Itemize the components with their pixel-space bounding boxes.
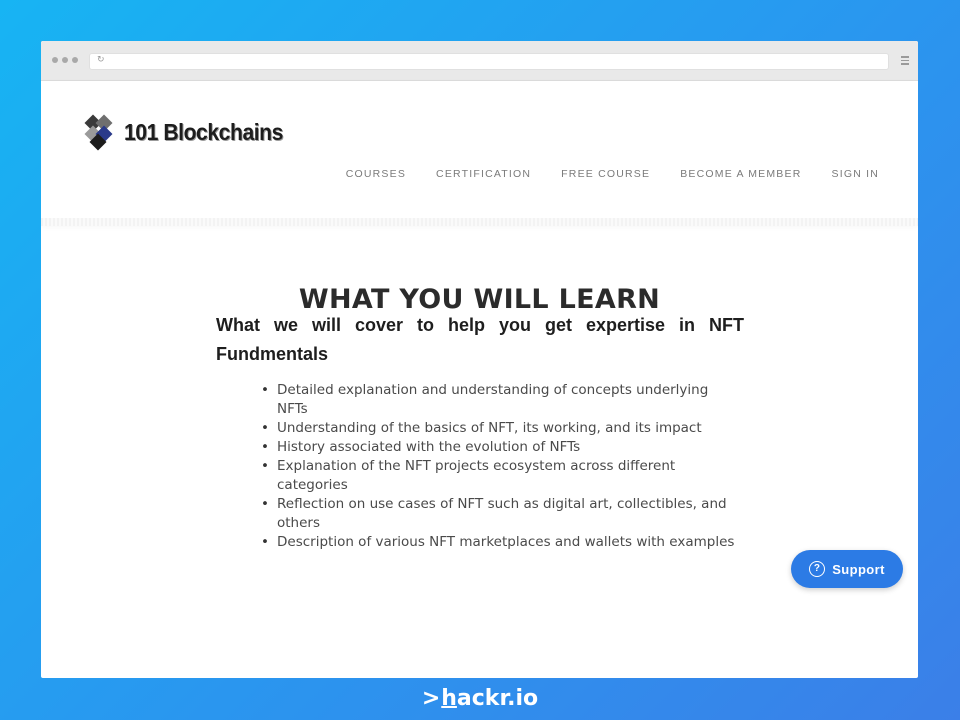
hackr-watermark: >hackr.io bbox=[0, 686, 960, 711]
window-controls[interactable] bbox=[52, 57, 78, 63]
logo-text: 101 Blockchains bbox=[124, 118, 283, 145]
watermark-caret: > bbox=[421, 686, 441, 711]
nav-courses[interactable]: COURSES bbox=[346, 168, 406, 180]
window-dot[interactable] bbox=[52, 57, 58, 63]
header-divider bbox=[41, 218, 918, 226]
list-item: Detailed explanation and understanding o… bbox=[261, 381, 739, 419]
topics-list: Detailed explanation and understanding o… bbox=[261, 381, 739, 552]
browser-window: ↻ 101 Blockchains COURSES CERTIFICATION … bbox=[41, 41, 918, 678]
reload-icon[interactable]: ↻ bbox=[97, 55, 105, 65]
list-item: Understanding of the basics of NFT, its … bbox=[261, 419, 739, 438]
site-logo[interactable]: 101 Blockchains bbox=[84, 114, 297, 151]
list-item: Reflection on use cases of NFT such as d… bbox=[261, 495, 739, 533]
window-dot[interactable] bbox=[62, 57, 68, 63]
list-item: Explanation of the NFT projects ecosyste… bbox=[261, 457, 739, 495]
window-dot[interactable] bbox=[72, 57, 78, 63]
support-button[interactable]: ? Support bbox=[791, 550, 903, 588]
menu-icon[interactable] bbox=[901, 56, 909, 67]
watermark-h: h bbox=[441, 686, 457, 711]
section-heading: What we will cover to help you get exper… bbox=[216, 315, 744, 364]
site-header bbox=[41, 81, 918, 221]
nav-certification[interactable]: CERTIFICATION bbox=[436, 168, 531, 180]
address-bar[interactable]: ↻ bbox=[89, 53, 889, 70]
nav-sign-in[interactable]: SIGN IN bbox=[832, 168, 880, 180]
watermark-rest: ackr.io bbox=[456, 686, 539, 711]
main-nav: COURSES CERTIFICATION FREE COURSE BECOME… bbox=[346, 168, 879, 180]
nav-free-course[interactable]: FREE COURSE bbox=[561, 168, 650, 180]
question-circle-icon: ? bbox=[809, 561, 826, 577]
support-label: Support bbox=[832, 561, 885, 577]
list-item: Description of various NFT marketplaces … bbox=[261, 533, 739, 552]
cube-logo-icon bbox=[84, 114, 120, 151]
list-item: History associated with the evolution of… bbox=[261, 438, 739, 457]
nav-become-member[interactable]: BECOME A MEMBER bbox=[680, 168, 801, 180]
browser-toolbar: ↻ bbox=[41, 41, 918, 81]
